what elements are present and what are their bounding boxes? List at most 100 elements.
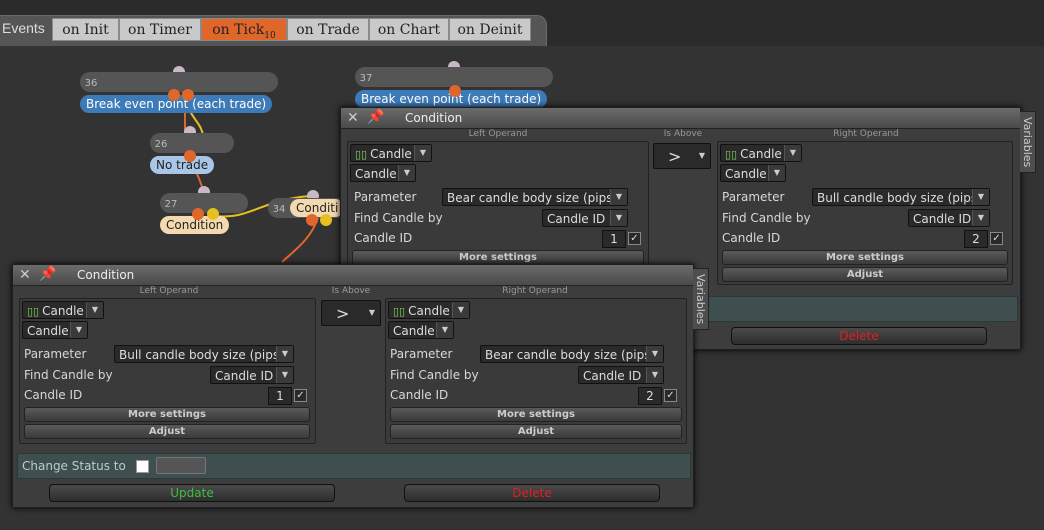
right-adjust-button[interactable]: Adjust — [390, 424, 682, 439]
right-parameter-value: Bear candle body size (pips) — [485, 348, 656, 362]
right-type-value: Candle — [740, 147, 782, 161]
left-find-value: Candle ID — [547, 212, 606, 226]
panel-title-bar[interactable]: ✕ 📌 Condition — [341, 108, 1020, 129]
left-parameter-value: Bear candle body size (pips) — [447, 191, 618, 205]
right-candle-id-checkbox[interactable]: ✓ — [664, 389, 677, 402]
right-find-select[interactable]: Candle ID ▼ — [908, 209, 990, 227]
left-adjust-button[interactable]: Adjust — [24, 424, 310, 439]
is-above-header: Is Above — [331, 286, 371, 296]
change-status-input[interactable] — [156, 457, 206, 474]
right-parameter-select[interactable]: Bear candle body size (pips) ▼ — [480, 345, 664, 363]
pin-icon[interactable]: 📌 — [39, 266, 56, 282]
parameter-label: Parameter — [390, 347, 453, 361]
right-sub-value: Candle — [725, 167, 767, 181]
right-candle-id-input[interactable]: 2 — [638, 387, 662, 405]
candle-icon: ▯▯ — [355, 148, 368, 161]
chevron-down-icon: ▼ — [436, 322, 453, 338]
delete-button[interactable]: Delete — [404, 484, 660, 502]
chevron-down-icon: ▼ — [398, 165, 415, 181]
node-36-out-dot[interactable] — [182, 89, 194, 101]
left-sub-select[interactable]: Candle ▼ — [350, 164, 416, 182]
operator-select[interactable]: > ▼ — [321, 300, 381, 326]
right-operand-header: Right Operand — [502, 286, 568, 296]
variables-tab[interactable]: Variables — [693, 268, 709, 330]
update-button[interactable]: Update — [49, 484, 335, 502]
candle-id-label: Candle ID — [722, 231, 781, 245]
left-parameter-select[interactable]: Bear candle body size (pips) ▼ — [442, 188, 628, 206]
left-candle-id-input[interactable]: 1 — [268, 387, 292, 405]
close-icon[interactable]: ✕ — [347, 110, 359, 126]
chevron-down-icon: ▼ — [452, 302, 469, 318]
node-27-out-dot[interactable] — [207, 208, 219, 220]
left-type-select[interactable]: ▯▯ Candle ▼ — [22, 301, 104, 319]
change-status-label: Change Status to — [22, 459, 126, 473]
node-36[interactable]: 36Break even point (each trade) — [80, 72, 278, 113]
candle-icon: ▯▯ — [393, 305, 406, 318]
left-sub-select[interactable]: Candle ▼ — [22, 321, 88, 339]
right-adjust-button[interactable]: Adjust — [722, 267, 1008, 282]
node-37[interactable]: 37Break even point (each trade) — [355, 67, 553, 108]
left-more-settings-button[interactable]: More settings — [24, 407, 310, 422]
candle-id-label: Candle ID — [24, 388, 83, 402]
node-27[interactable]: 27Condition — [160, 193, 248, 234]
left-operand-header: Left Operand — [468, 129, 528, 139]
panel-title: Condition — [405, 111, 463, 125]
node-27-out-dot[interactable] — [192, 208, 204, 220]
right-candle-id-checkbox[interactable]: ✓ — [990, 232, 1003, 245]
right-find-value: Candle ID — [913, 212, 972, 226]
right-parameter-select[interactable]: Bull candle body size (pips) ▼ — [812, 188, 990, 206]
left-parameter-value: Bull candle body size (pips) — [119, 348, 284, 362]
node-36-out-dot[interactable] — [168, 89, 180, 101]
parameter-label: Parameter — [722, 190, 785, 204]
find-candle-label: Find Candle by — [24, 368, 113, 382]
left-more-settings-button[interactable]: More settings — [352, 250, 644, 265]
left-candle-id-checkbox[interactable]: ✓ — [628, 232, 641, 245]
node-37-out-dot[interactable] — [449, 85, 461, 97]
chevron-down-icon: ▼ — [972, 189, 989, 205]
left-operand-box: ▯▯ Candle ▼ Candle ▼ Parameter Bull candle … — [19, 298, 316, 444]
pin-icon[interactable]: 📌 — [367, 109, 384, 125]
left-parameter-select[interactable]: Bull candle body size (pips) ▼ — [114, 345, 294, 363]
right-find-select[interactable]: Candle ID ▼ — [578, 366, 664, 384]
left-type-select[interactable]: ▯▯ Candle ▼ — [350, 144, 432, 162]
left-find-select[interactable]: Candle ID ▼ — [542, 209, 628, 227]
right-sub-select[interactable]: Candle ▼ — [388, 321, 454, 339]
chevron-down-icon: ▼ — [610, 189, 627, 205]
variables-tab[interactable]: Variables — [1020, 111, 1036, 173]
chevron-down-icon: ▼ — [972, 210, 989, 226]
right-parameter-value: Bull candle body size (pips) — [817, 191, 982, 205]
node-34-out-dot[interactable] — [306, 214, 318, 226]
chevron-down-icon: ▼ — [276, 367, 293, 383]
operator-select[interactable]: > ▼ — [653, 143, 711, 169]
right-more-settings-button[interactable]: More settings — [722, 250, 1008, 265]
parameter-label: Parameter — [24, 347, 87, 361]
right-sub-value: Candle — [393, 324, 435, 338]
node-number: 37 — [359, 73, 373, 84]
close-icon[interactable]: ✕ — [19, 267, 31, 283]
right-candle-id-input[interactable]: 2 — [964, 230, 988, 248]
node-26-out-dot[interactable] — [184, 150, 196, 162]
right-more-settings-button[interactable]: More settings — [390, 407, 682, 422]
delete-button[interactable]: Delete — [731, 327, 987, 345]
left-find-select[interactable]: Candle ID ▼ — [210, 366, 294, 384]
left-candle-id-input[interactable]: 1 — [602, 230, 626, 248]
right-sub-select[interactable]: Candle ▼ — [720, 164, 786, 182]
find-candle-label: Find Candle by — [354, 211, 443, 225]
node-number: 36 — [84, 78, 98, 89]
change-status-checkbox[interactable] — [136, 460, 149, 473]
right-find-value: Candle ID — [583, 369, 642, 383]
chevron-down-icon: ▼ — [646, 367, 663, 383]
left-operand-box: ▯▯ Candle ▼ Candle ▼ Parameter Bear candle … — [347, 141, 649, 267]
find-candle-label: Find Candle by — [722, 211, 811, 225]
node-number: 34 — [272, 204, 286, 215]
left-candle-id-checkbox[interactable]: ✓ — [294, 389, 307, 402]
operator-value: > — [336, 304, 350, 323]
node-34-out-dot[interactable] — [320, 214, 332, 226]
panel-title-bar[interactable]: ✕ 📌 Condition — [13, 265, 693, 286]
chevron-down-icon: ▼ — [276, 346, 293, 362]
condition-panel-front[interactable]: ✕ 📌 Condition Variables Left Operand Is … — [12, 264, 709, 508]
status-strip: Change Status to — [17, 453, 691, 479]
right-type-select[interactable]: ▯▯ Candle ▼ — [388, 301, 470, 319]
right-type-select[interactable]: ▯▯ Candle ▼ — [720, 144, 802, 162]
right-operand-header: Right Operand — [833, 129, 899, 139]
